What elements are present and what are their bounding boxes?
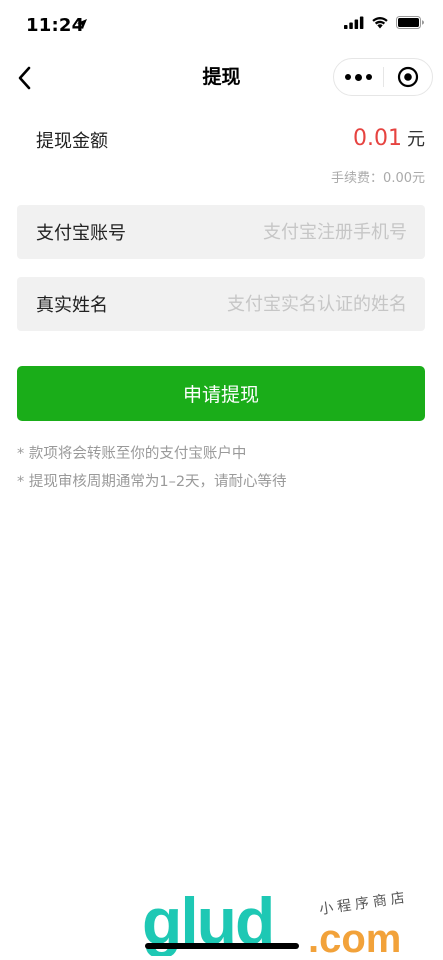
signal-icon: [344, 16, 364, 29]
capsule-menu: [333, 58, 433, 96]
nav-bar: 提现: [0, 52, 443, 102]
watermark-suffix: .com: [308, 917, 401, 956]
more-button[interactable]: [334, 59, 383, 95]
amount-label: 提现金额: [36, 131, 108, 152]
real-name-input[interactable]: [108, 293, 407, 315]
amount-value: 0.01 元: [353, 125, 425, 151]
fee-text: 手续费：0.00元: [331, 171, 425, 186]
watermark-tagline: 小程序商店: [318, 890, 409, 918]
more-dots-icon: [355, 73, 362, 81]
apply-withdraw-button[interactable]: 申请提现: [17, 366, 425, 421]
alipay-account-field: 支付宝账号: [17, 205, 425, 259]
amount-number: 0.01: [353, 126, 402, 151]
wifi-icon: [372, 17, 388, 29]
note-item: * 款项将会转账至你的支付宝账户中: [17, 446, 247, 462]
alipay-account-input[interactable]: [126, 221, 407, 243]
battery-icon: [396, 16, 424, 29]
more-dots-icon: [366, 74, 372, 80]
real-name-field: 真实姓名: [17, 277, 425, 331]
close-miniprogram-button[interactable]: [384, 59, 432, 95]
capsule-close-icon: [397, 66, 419, 88]
status-indicators: [344, 16, 425, 29]
location-arrow-icon: [77, 19, 87, 29]
note-item: * 提现审核周期通常为1–2天，请耐心等待: [17, 474, 287, 490]
notes: * 款项将会转账至你的支付宝账户中 * 提现审核周期通常为1–2天，请耐心等待: [17, 440, 287, 496]
more-dots-icon: [345, 74, 351, 80]
status-bar: 11:24: [0, 0, 443, 52]
alipay-account-label: 支付宝账号: [36, 223, 126, 244]
amount-unit: 元: [407, 129, 425, 150]
real-name-label: 真实姓名: [36, 295, 108, 316]
home-indicator[interactable]: [145, 943, 299, 949]
